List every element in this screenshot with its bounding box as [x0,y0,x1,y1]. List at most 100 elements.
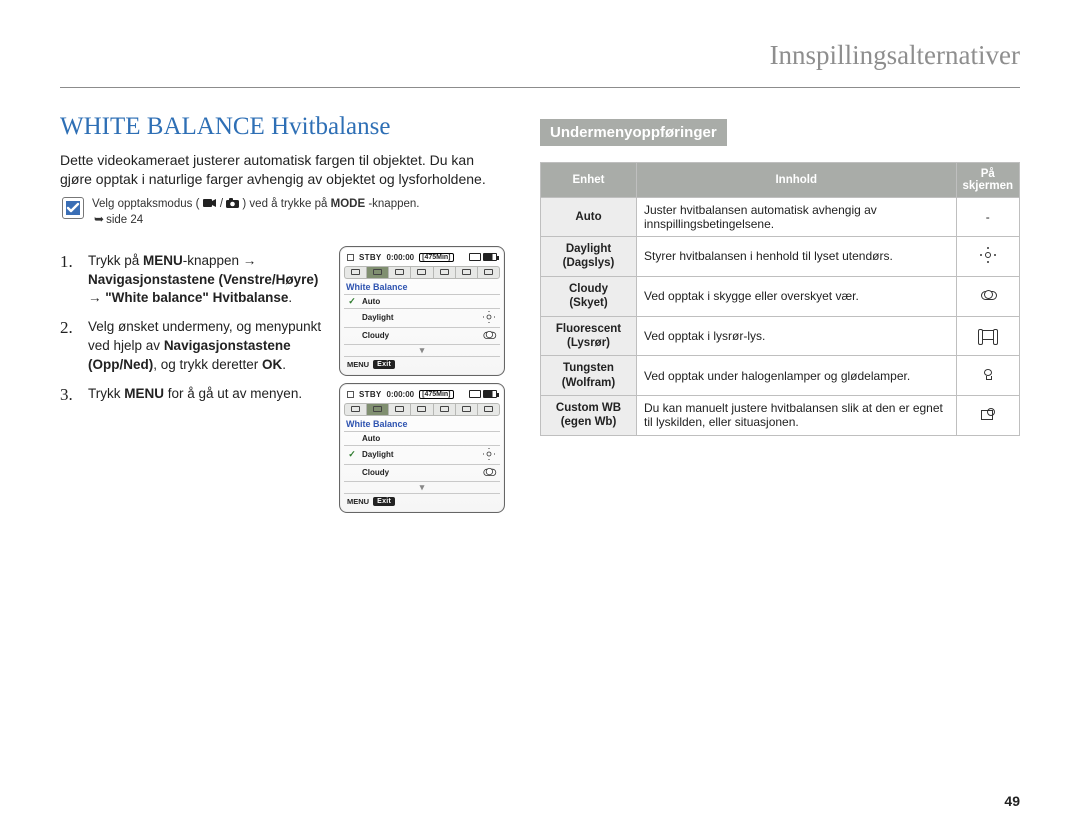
menu-item-label: Cloudy [362,331,476,340]
photo-icon [226,198,242,210]
table-row: AutoJuster hvitbalansen automatisk avhen… [541,198,1020,237]
step-number: 3. [60,385,78,405]
card-icon [469,253,481,261]
cell-icon [956,237,1020,277]
battery-icon [483,390,497,398]
tab-glyph-icon [373,269,382,275]
submenu-heading: Undermenyoppføringer [540,119,727,146]
sun-icon [484,312,494,322]
cell-content: Styrer hvitbalansen i henhold til lyset … [637,237,957,277]
step-text: Velg ønsket undermeny, og menypunkt ved … [88,318,327,375]
tab-glyph-icon [395,406,404,412]
mode-note-pre: Velg opptaksmodus ( [92,198,199,210]
menu-item: Auto [344,432,500,446]
step-text: Trykk på MENU-knappen → Navigasjonstaste… [88,252,327,309]
cell-unit: Cloudy(Skyet) [541,276,637,316]
menu-item-icon [482,311,496,325]
lcd-menu: Auto ✓ Daylight Cloudy ▾ [344,431,500,494]
menu-item-icon [482,330,496,342]
table-row: Custom WB(egen Wb)Du kan manuelt justere… [541,396,1020,436]
mode-note-end: -knappen. [368,198,419,210]
duration-badge: [475Min] [419,253,453,262]
cell-unit: Custom WB(egen Wb) [541,396,637,436]
cloud-icon [483,468,494,476]
sun-icon [484,449,494,459]
rec-dot-icon [347,254,354,261]
tab-glyph-icon [351,406,360,412]
lcd-tab [477,266,500,279]
time-label: 0:00:00 [387,253,415,262]
check-mark-icon: ✓ [348,297,356,305]
step-1: 1. Trykk på MENU-knappen → Navigasjonsta… [60,252,327,309]
chevron-down-icon: ▾ [420,482,425,493]
bulb-icon [982,368,994,380]
header-rule [60,87,1020,88]
mode-button-label: MODE [331,198,366,210]
lcd-tabs [344,266,500,279]
cell-unit: Fluorescent(Lysrør) [541,316,637,356]
lcd-tab [366,403,388,416]
cell-content: Juster hvitbalansen automatisk avhengig … [637,198,957,237]
time-label: 0:00:00 [387,390,415,399]
cell-icon [956,396,1020,436]
step-number: 1. [60,252,78,272]
th-unit: Enhet [541,163,637,198]
cell-content: Du kan manuelt justere hvitbalansen slik… [637,396,957,436]
lcd-tab [388,403,410,416]
lcd-tab [344,266,366,279]
duration-badge: [475Min] [419,390,453,399]
mode-note-post: ) ved å trykke på [242,198,330,210]
menu-item: ✓ Daylight [344,446,500,465]
menu-item-label: Cloudy [362,468,476,477]
cell-icon: - [956,198,1020,237]
menu-item: Cloudy [344,328,500,345]
cell-content: Ved opptak under halogenlamper og glødel… [637,356,957,396]
tab-glyph-icon [351,269,360,275]
card-icon [469,390,481,398]
exit-button: Exit [373,497,395,506]
check-mark-icon: ✓ [348,451,356,459]
menu-item-label: Daylight [362,313,476,322]
table-row: Daylight(Dagslys)Styrer hvitbalansen i h… [541,237,1020,277]
sun-icon [982,249,994,261]
cell-icon [956,276,1020,316]
section-title: WHITE BALANCE Hvitbalanse [60,113,505,141]
lcd-tab [410,266,432,279]
right-column: Undermenyoppføringer Enhet Innhold På sk… [540,113,1020,498]
cell-content: Ved opptak i lysrør-lys. [637,316,957,356]
lcd-tab [366,266,388,279]
link-arrow-icon: ➥ [94,212,104,226]
lcd-tab [388,266,410,279]
cell-icon [956,316,1020,356]
options-tbody: AutoJuster hvitbalansen automatisk avhen… [541,198,1020,436]
custom-wb-icon [981,408,995,420]
manual-page: Innspillingsalternativer WHITE BALANCE H… [0,0,1080,827]
menu-item-label: Daylight [362,450,476,459]
menu-item: Cloudy [344,465,500,482]
menu-item: Daylight [344,309,500,328]
rec-dot-icon [347,391,354,398]
lcd-topbar: STBY0:00:00[475Min] [344,251,500,265]
tab-glyph-icon [484,406,493,412]
menu-item-label: Auto [362,297,476,306]
lcd-footer: MENU Exit [344,497,500,506]
lcd-footer: MENUExit [344,360,500,369]
tab-glyph-icon [417,406,426,412]
lcd-section-title: White Balance [346,282,498,292]
menu-label: MENU [347,497,369,506]
mode-page-ref: side 24 [106,214,143,226]
cell-icon [956,356,1020,396]
fluorescent-icon [980,330,996,340]
tab-glyph-icon [395,269,404,275]
stby-label: STBY [359,390,382,399]
check-mark-icon [348,332,356,340]
tab-glyph-icon [440,269,449,275]
options-table: Enhet Innhold På skjermen AutoJuster hvi… [540,162,1020,436]
menu-item-icon [482,448,496,462]
battery-icon [483,253,497,261]
video-icon [203,198,220,210]
lcd-tab [455,266,477,279]
th-screen: På skjermen [956,163,1020,198]
tab-glyph-icon [440,406,449,412]
intro-text: Dette videokameraet justerer automatisk … [60,151,505,189]
